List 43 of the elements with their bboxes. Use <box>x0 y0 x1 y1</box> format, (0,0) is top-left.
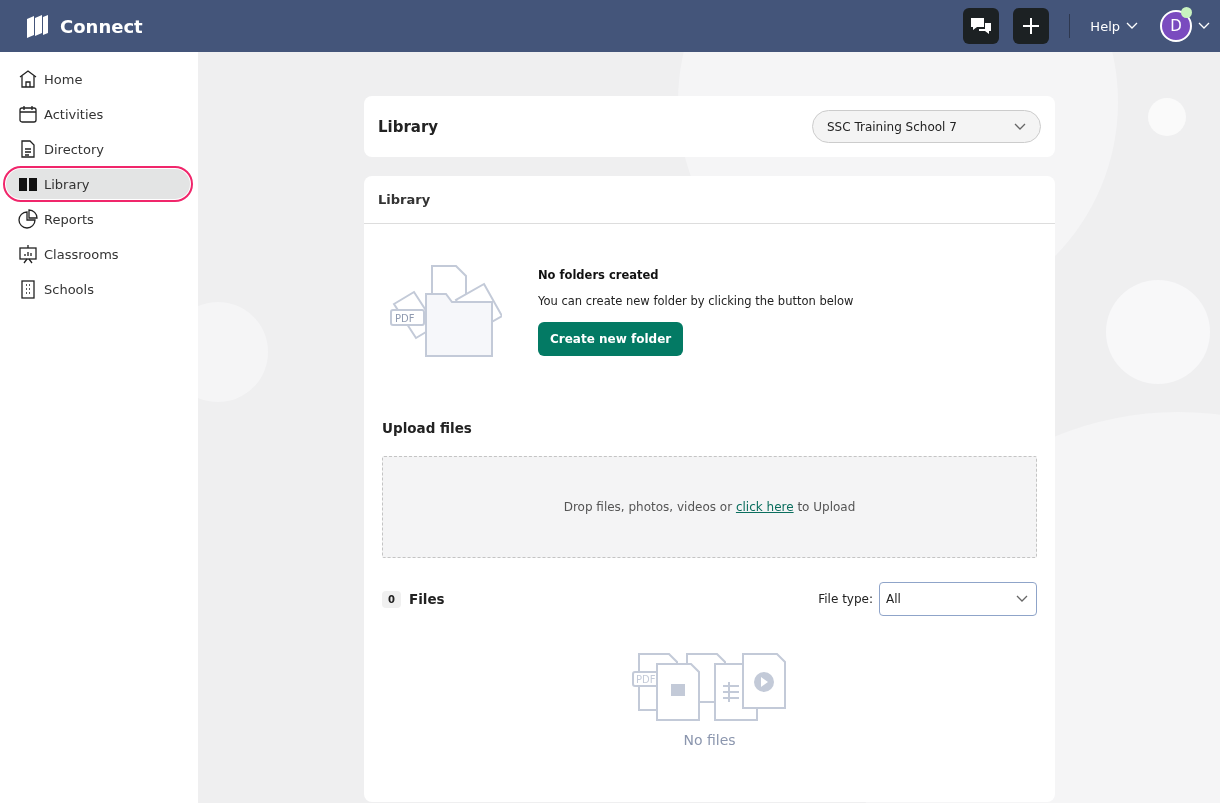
chevron-down-icon <box>1126 22 1138 30</box>
sidebar-item[interactable]: Activities <box>6 99 192 129</box>
section-title: Upload files <box>382 420 473 436</box>
card-title: Library <box>378 192 431 207</box>
file-count-badge: 0 <box>382 590 401 608</box>
drop-zone[interactable]: Drop files, photos, videos or click here to Upload <box>382 456 1037 558</box>
create-folder-button[interactable]: Create new folder <box>538 322 684 356</box>
school-select[interactable]: SSC Training School 7 <box>812 110 1041 143</box>
document-icon <box>18 139 38 159</box>
plus-icon <box>1022 17 1041 35</box>
presentation-board-icon <box>18 244 38 264</box>
empty-title: No folders created <box>538 268 660 282</box>
file-type-select[interactable]: All <box>879 582 1037 616</box>
chevron-down-icon <box>1016 595 1028 603</box>
folder-documents-drawing: PDF <box>390 264 502 360</box>
chevron-down-icon <box>1198 22 1210 30</box>
sidebar-item[interactable]: Classrooms <box>6 239 192 269</box>
chevron-down-icon <box>1014 122 1026 131</box>
filter-label: File type: <box>818 592 873 606</box>
calendar-icon <box>18 104 38 124</box>
book-logo-icon <box>24 13 50 39</box>
sidebar-item[interactable]: Home <box>6 64 192 94</box>
empty-message: No files <box>683 732 736 748</box>
pie-chart-icon <box>18 209 38 229</box>
drop-text: Drop files, photos, videos or click here to Upload <box>563 500 856 514</box>
chat-button[interactable] <box>963 8 1000 44</box>
add-button[interactable] <box>1013 8 1050 44</box>
help-menu[interactable]: Help <box>1090 18 1138 34</box>
empty-message: You can create new folder by clicking the button below <box>538 294 854 308</box>
upload-link[interactable]: click here <box>735 500 794 514</box>
avatar: D <box>1160 10 1192 42</box>
file-types-drawing: PDF <box>630 652 789 722</box>
house-icon <box>18 69 38 89</box>
page-title: Library <box>378 117 439 136</box>
sidebar-item[interactable]: Library <box>6 169 190 199</box>
app-name: Connect <box>60 15 143 37</box>
user-menu[interactable]: D <box>1160 10 1210 42</box>
sidebar-item[interactable]: Directory <box>6 134 192 164</box>
sidebar-item[interactable]: Reports <box>6 204 192 234</box>
section-title: Files <box>408 591 445 607</box>
building-icon <box>18 279 38 299</box>
chat-bubbles-icon <box>970 16 993 36</box>
sidebar-item[interactable]: Schools <box>6 274 192 304</box>
